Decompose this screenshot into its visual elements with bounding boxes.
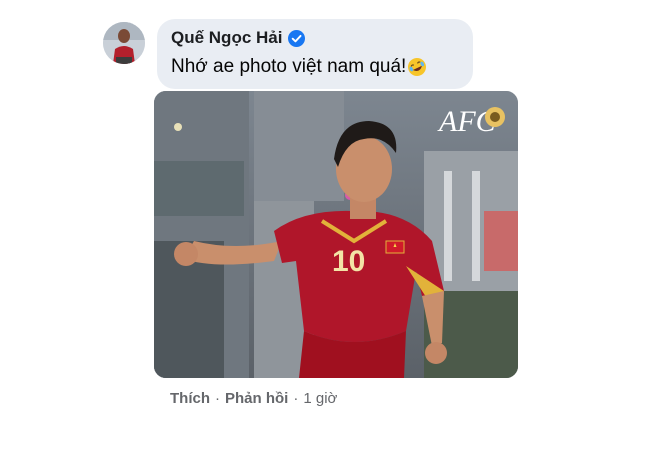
separator-dot: · — [293, 390, 299, 407]
comment-header: Quế Ngọc Hải — [171, 28, 459, 48]
comment-actions: Thích · Phản hồi · 1 giờ — [170, 390, 337, 407]
comment-text: Nhớ ae photo việt nam quá! — [171, 56, 407, 77]
timestamp[interactable]: 1 giờ — [303, 390, 337, 407]
like-link[interactable]: Thích — [170, 390, 210, 407]
reply-link[interactable]: Phản hồi — [225, 390, 288, 407]
rolling-on-floor-laughing-emoji — [408, 58, 427, 76]
comment-photo[interactable]: 10 AFC — [154, 91, 518, 378]
separator-dot: · — [215, 390, 220, 407]
footballer-photo: 10 AFC — [154, 91, 518, 378]
comment-text-row: Nhớ ae photo việt nam quá! — [171, 56, 459, 78]
jersey-number: 10 — [332, 245, 365, 278]
avatar[interactable] — [103, 22, 145, 64]
verified-badge-icon — [288, 29, 306, 47]
avatar-image — [103, 22, 145, 64]
author-name[interactable]: Quế Ngọc Hải — [171, 28, 282, 48]
comment-bubble: Quế Ngọc Hải Nhớ ae photo việt nam quá! — [157, 19, 473, 89]
